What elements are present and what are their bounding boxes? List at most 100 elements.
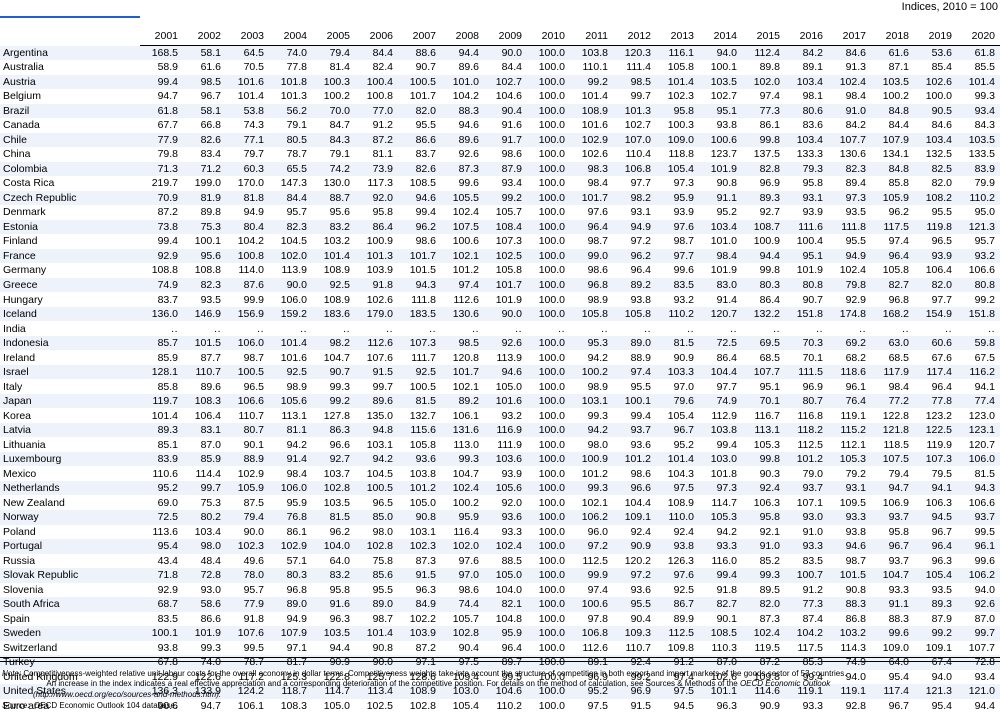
cell-value: 90.4 <box>458 641 479 654</box>
cell-value: 93.1 <box>630 206 651 219</box>
row-country-label: Germany <box>3 264 47 277</box>
cell-value: 92.9 <box>157 249 178 262</box>
cell-value: 91.0 <box>802 525 823 538</box>
cell-value: 183.5 <box>409 308 436 321</box>
cell-value: 95.8 <box>673 104 694 117</box>
cell-value: 61.8 <box>974 47 995 59</box>
cell-value: 97.4 <box>888 235 909 248</box>
cell-value: 93.3 <box>802 540 823 553</box>
note-block: Note: Competitiveness-weighted relative … <box>2 669 998 700</box>
cell-value: 99.8 <box>759 453 780 466</box>
cell-value: 103.9 <box>366 264 393 277</box>
cell-value: 53.6 <box>931 47 952 59</box>
cell-value: 103.2 <box>839 627 866 640</box>
table-row: Greece 74.9 82.3 87.6 90.0 92.5 91.8 94.3 97.4 10… <box>0 277 1000 293</box>
cell-value: 98.2 <box>630 191 651 204</box>
cell-value: 90.7 <box>802 293 823 306</box>
cell-value: 82.8 <box>759 162 780 175</box>
cell-value: 183.6 <box>323 308 350 321</box>
cell-value: 96.5 <box>931 235 952 248</box>
cell-value: 72.5 <box>157 511 178 524</box>
cell-value: 84.2 <box>845 119 866 132</box>
cell-value: 95.2 <box>157 482 178 495</box>
cell-value: 103.5 <box>968 133 995 146</box>
cell-value: 116.4 <box>453 525 480 538</box>
cell-value: 94.2 <box>716 525 737 538</box>
cell-value: 93.3 <box>888 583 909 596</box>
cell-value: 99.8 <box>759 133 780 146</box>
cell-value: 93.7 <box>630 424 651 437</box>
row-country-label: Mexico <box>3 467 37 480</box>
cell-value: 98.4 <box>888 380 909 393</box>
cell-value: .. <box>257 322 264 335</box>
cell-value: 103.0 <box>710 453 737 466</box>
cell-value: 101.4 <box>366 627 393 640</box>
cell-value: 105.9 <box>237 482 264 495</box>
cell-value: 89.4 <box>845 177 866 190</box>
cell-value: 89.3 <box>759 191 780 204</box>
cell-value: 102.4 <box>452 206 479 219</box>
cell-value: 103.4 <box>796 75 823 88</box>
cell-value: 89.1 <box>802 61 823 74</box>
cell-value: 133.3 <box>796 148 823 161</box>
cell-value: 104.4 <box>624 496 651 509</box>
cell-value: 86.7 <box>673 598 694 611</box>
cell-value: 91.2 <box>802 583 823 596</box>
cell-value: 57.1 <box>286 554 307 567</box>
cell-value: 96.1 <box>974 540 995 553</box>
cell-value: 100.0 <box>538 482 565 495</box>
cell-value: 100.0 <box>538 380 565 393</box>
cell-value: .. <box>730 322 737 335</box>
cell-value: 170.0 <box>237 177 264 190</box>
cell-value: 74.2 <box>329 162 350 175</box>
cell-value: 102.4 <box>839 75 866 88</box>
cell-value: 108.9 <box>323 264 350 277</box>
cell-value: 100.2 <box>581 366 608 379</box>
cell-value: 111.6 <box>798 220 823 233</box>
cell-value: 97.7 <box>931 293 952 306</box>
cell-value: 94.3 <box>415 279 436 291</box>
cell-value: 99.7 <box>372 380 393 393</box>
cell-value: 113.6 <box>152 525 179 538</box>
cell-value: 85.8 <box>157 380 178 393</box>
table-row: South Africa 68.7 58.6 77.9 89.0 91.6 89.0 84.9… <box>0 597 1000 612</box>
cell-value: 99.8 <box>759 264 780 277</box>
cell-value: 73.9 <box>372 162 393 175</box>
cell-value: 89.0 <box>372 598 393 611</box>
cell-value: 100.2 <box>323 90 350 103</box>
table-row: Lithuania 85.1 87.0 90.1 94.2 96.6 103.1 105.8 1… <box>0 437 1000 452</box>
cell-value: 93.0 <box>802 511 823 524</box>
cell-value: 136.0 <box>151 308 178 321</box>
row-country-label: Canada <box>3 119 40 132</box>
cell-value: 101.7 <box>409 90 436 103</box>
cell-value: 93.5 <box>845 206 866 219</box>
cell-value: 99.6 <box>888 627 909 640</box>
cell-value: 99.5 <box>243 641 264 654</box>
cell-value: 93.7 <box>974 511 995 524</box>
row-country-label: Czech Republic <box>3 191 77 204</box>
cell-value: 95.3 <box>587 337 608 350</box>
cell-value: 99.3 <box>587 409 608 422</box>
cell-value: 102.1 <box>452 380 479 393</box>
cell-value: 91.0 <box>759 540 780 553</box>
cell-value: 91.4 <box>716 293 737 306</box>
row-country-label: Poland <box>3 525 36 538</box>
row-country-label: Lithuania <box>3 438 46 451</box>
row-country-label: Spain <box>3 612 30 625</box>
cell-value: 101.3 <box>280 90 307 103</box>
cell-value: .. <box>945 322 952 335</box>
cell-value: 106.0 <box>280 482 307 495</box>
table-row: Poland 113.6 103.4 90.0 86.1 96.2 98.0 103.1 116… <box>0 525 1000 540</box>
table-row: Indonesia 85.7 101.5 106.0 101.4 98.2 112.6 107… <box>0 335 1000 351</box>
cell-value: 96.3 <box>931 554 952 567</box>
cell-value: 77.4 <box>974 395 995 408</box>
cell-value: 87.0 <box>200 438 221 451</box>
cell-value: 91.1 <box>888 598 909 611</box>
table-row: Slovak Republic 71.8 72.8 78.0 80.3 83.2 85.6 9… <box>0 568 1000 583</box>
cell-value: 93.5 <box>931 583 952 596</box>
cell-value: 101.9 <box>710 162 737 175</box>
cell-value: 109.8 <box>667 641 694 654</box>
cell-value: 101.4 <box>323 249 350 262</box>
cell-value: 73.8 <box>157 220 178 233</box>
cell-value: 82.0 <box>415 104 436 117</box>
